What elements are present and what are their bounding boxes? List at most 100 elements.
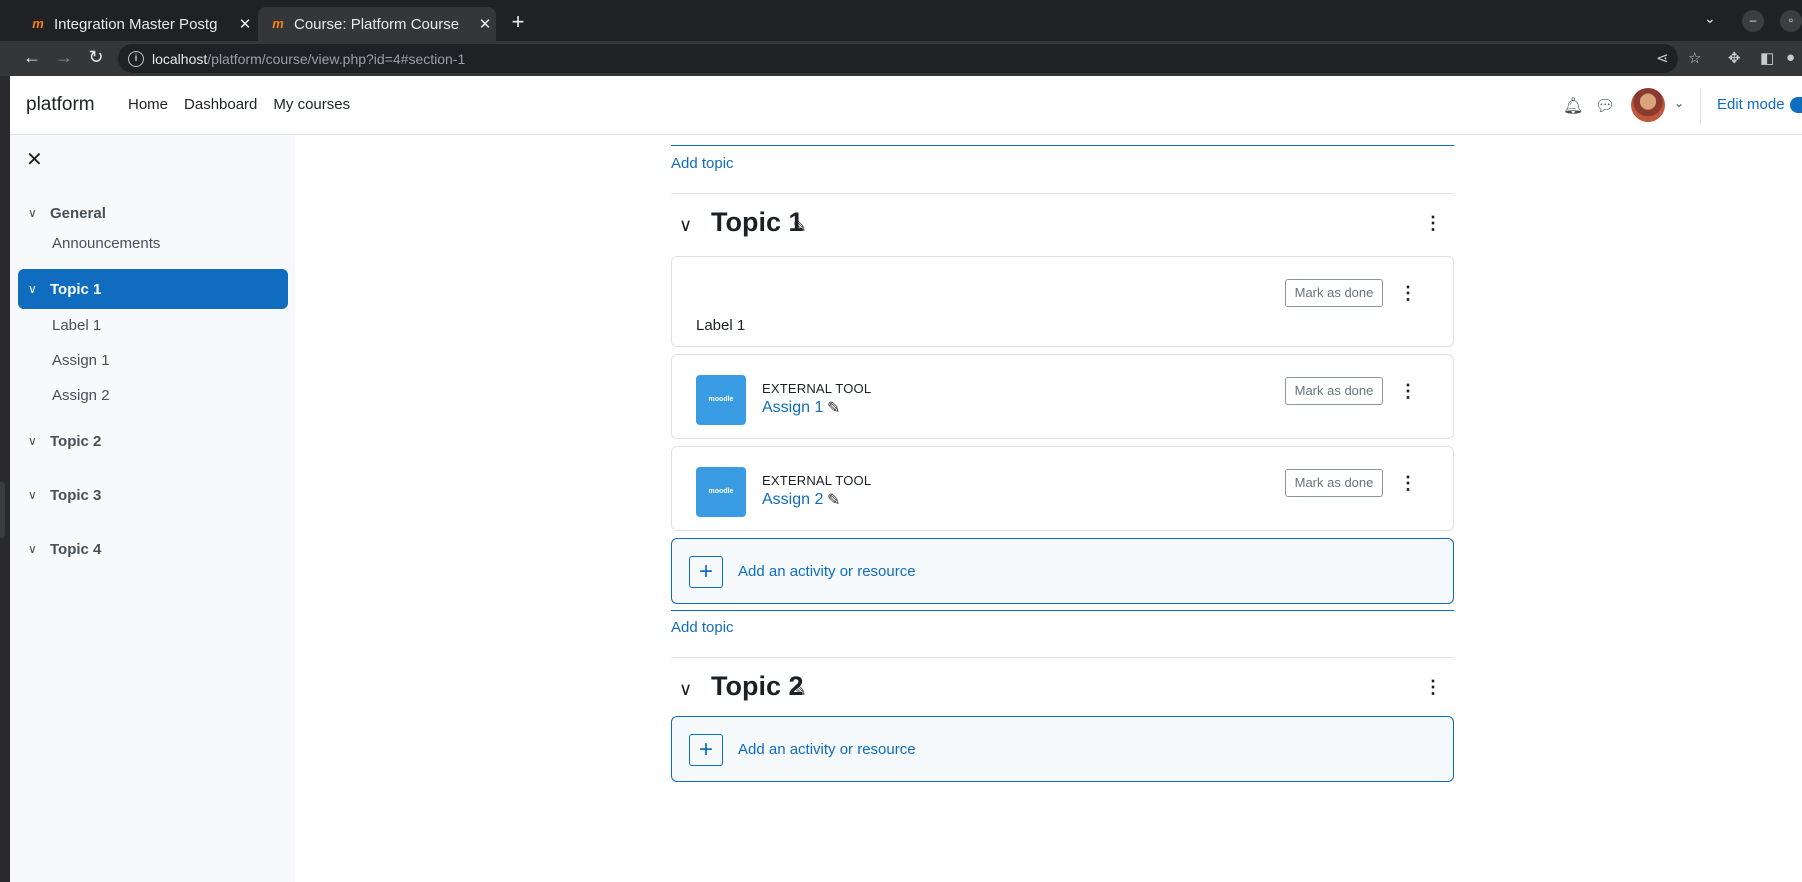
edit-pencil-icon[interactable]: ✎ bbox=[827, 490, 840, 510]
section-header-topic-1: ∨ Topic 1 ✎ ⋮ bbox=[671, 205, 1454, 245]
section-menu-icon[interactable]: ⋮ bbox=[1424, 677, 1442, 698]
maximize-icon[interactable]: ▫ bbox=[1780, 10, 1802, 32]
section-label: Topic 4 bbox=[50, 540, 102, 558]
primary-navigation: Home Dashboard My courses bbox=[128, 96, 366, 113]
new-tab-icon[interactable]: + bbox=[506, 9, 530, 35]
close-icon[interactable]: ✕ bbox=[474, 15, 496, 33]
add-topic-divider bbox=[671, 145, 1454, 146]
chevron-down-icon[interactable]: ∨ bbox=[28, 488, 50, 502]
activity-menu-icon[interactable]: ⋮ bbox=[1399, 283, 1417, 304]
course-index-section-topic-3[interactable]: ∨ Topic 3 bbox=[18, 475, 288, 515]
site-brand[interactable]: platform bbox=[26, 94, 95, 116]
section-label: Topic 3 bbox=[50, 486, 102, 504]
chevron-down-icon[interactable]: ∨ bbox=[679, 679, 692, 700]
course-index-activity[interactable]: Assign 2 bbox=[52, 387, 110, 404]
course-index-section-topic-4[interactable]: ∨ Topic 4 bbox=[18, 529, 288, 569]
section-header-topic-2: ∨ Topic 2 ✎ ⋮ bbox=[671, 669, 1454, 709]
nav-my-courses-link[interactable]: My courses bbox=[273, 96, 350, 113]
activity-menu-icon[interactable]: ⋮ bbox=[1399, 473, 1417, 494]
course-index-section-topic-2[interactable]: ∨ Topic 2 bbox=[18, 421, 288, 461]
tab-title: Integration Master Postg bbox=[54, 15, 218, 33]
add-activity-label: Add an activity or resource bbox=[738, 563, 916, 580]
browser-toolbar: ← → ↻ i localhost/platform/course/view.p… bbox=[0, 41, 1802, 76]
external-tool-icon: moodle bbox=[696, 375, 746, 425]
course-index-drawer: ✕ ∨ General Announcements ∨ Topic 1 Labe… bbox=[10, 135, 295, 882]
side-panel-icon[interactable]: ◧ bbox=[1760, 49, 1774, 67]
forward-arrow-icon[interactable]: → bbox=[52, 47, 76, 68]
activity-assign-1: moodle EXTERNAL TOOL Assign 1 ✎ Mark as … bbox=[671, 354, 1454, 439]
profile-icon[interactable]: ● bbox=[1786, 49, 1795, 66]
plus-icon: + bbox=[689, 556, 723, 588]
url-host: localhost bbox=[152, 50, 208, 67]
browser-chrome: m Integration Master Postg ✕ m Course: P… bbox=[0, 0, 1802, 76]
reload-icon[interactable]: ↻ bbox=[84, 47, 108, 68]
nav-dashboard-link[interactable]: Dashboard bbox=[184, 96, 257, 113]
tab-title: Course: Platform Course bbox=[294, 15, 460, 33]
section-menu-icon[interactable]: ⋮ bbox=[1424, 213, 1442, 234]
mark-as-done-button[interactable]: Mark as done bbox=[1285, 469, 1383, 497]
os-edge-handle bbox=[0, 482, 5, 538]
edit-mode-label[interactable]: Edit mode bbox=[1717, 96, 1785, 113]
navbar-divider bbox=[1700, 88, 1701, 124]
chevron-down-icon[interactable]: ∨ bbox=[28, 282, 50, 296]
tab-strip: m Integration Master Postg ✕ m Course: P… bbox=[0, 0, 1802, 41]
add-activity-label: Add an activity or resource bbox=[738, 741, 916, 758]
course-index-activity[interactable]: Assign 1 bbox=[52, 352, 110, 369]
os-edge bbox=[0, 76, 10, 882]
course-content: Add topic ∨ Topic 1 ✎ ⋮ Mark as done ⋮ L… bbox=[295, 135, 1802, 882]
activity-type-label: EXTERNAL TOOL bbox=[762, 473, 872, 488]
chevron-down-icon[interactable]: ∨ bbox=[28, 206, 50, 220]
add-topic-link[interactable]: Add topic bbox=[671, 155, 734, 172]
course-index-activity[interactable]: Announcements bbox=[52, 235, 160, 252]
edit-pencil-icon[interactable]: ✎ bbox=[793, 217, 806, 237]
external-tool-icon: moodle bbox=[696, 467, 746, 517]
tab-search-chevron-icon[interactable]: ⌄ bbox=[1704, 10, 1716, 27]
back-arrow-icon[interactable]: ← bbox=[20, 47, 44, 68]
chevron-down-icon[interactable]: ∨ bbox=[28, 542, 50, 556]
edit-pencil-icon[interactable]: ✎ bbox=[793, 681, 806, 701]
site-info-icon[interactable]: i bbox=[128, 50, 144, 67]
moodle-page: platform Home Dashboard My courses 🔔︎ 💬︎… bbox=[10, 76, 1802, 882]
extensions-puzzle-icon[interactable]: ✥ bbox=[1728, 49, 1741, 67]
activity-label-1: Mark as done ⋮ Label 1 bbox=[671, 256, 1454, 347]
add-activity-button[interactable]: + Add an activity or resource bbox=[671, 716, 1454, 782]
browser-tab-2[interactable]: m Course: Platform Course ✕ bbox=[258, 7, 496, 41]
chevron-down-icon[interactable]: ∨ bbox=[679, 215, 692, 236]
add-topic-link[interactable]: Add topic bbox=[671, 619, 734, 636]
mark-as-done-button[interactable]: Mark as done bbox=[1285, 377, 1383, 405]
activity-type-label: EXTERNAL TOOL bbox=[762, 381, 872, 396]
section-title: Topic 1 bbox=[711, 207, 804, 237]
minimize-icon[interactable]: – bbox=[1742, 10, 1764, 32]
edit-mode-toggle[interactable] bbox=[1790, 97, 1802, 113]
add-activity-button[interactable]: + Add an activity or resource bbox=[671, 538, 1454, 604]
user-avatar[interactable] bbox=[1631, 88, 1665, 122]
close-icon[interactable]: ✕ bbox=[234, 15, 256, 33]
course-index-section-topic-1[interactable]: ∨ Topic 1 bbox=[18, 269, 288, 309]
mark-as-done-button[interactable]: Mark as done bbox=[1285, 279, 1383, 307]
browser-tab-1[interactable]: m Integration Master Postg ✕ bbox=[18, 7, 256, 41]
chevron-down-icon[interactable]: ⌄ bbox=[1674, 96, 1684, 110]
url-path: /platform/course/view.php?id=4#section-1 bbox=[207, 50, 466, 67]
notifications-bell-icon[interactable]: 🔔︎ bbox=[1563, 96, 1583, 116]
course-index-section-general[interactable]: ∨ General bbox=[18, 193, 288, 233]
messages-icon[interactable]: 💬︎ bbox=[1595, 96, 1615, 116]
activity-menu-icon[interactable]: ⋮ bbox=[1399, 381, 1417, 402]
address-bar[interactable]: i localhost/platform/course/view.php?id=… bbox=[118, 44, 1678, 73]
activity-assign-2: moodle EXTERNAL TOOL Assign 2 ✎ Mark as … bbox=[671, 446, 1454, 531]
section-label: Topic 2 bbox=[50, 432, 102, 450]
section-divider bbox=[671, 193, 1454, 194]
bookmark-star-icon[interactable]: ☆ bbox=[1688, 49, 1701, 67]
section-label: General bbox=[50, 204, 106, 222]
edit-pencil-icon[interactable]: ✎ bbox=[827, 398, 840, 418]
label-content: Label 1 bbox=[696, 317, 746, 334]
share-icon[interactable]: ⋖ bbox=[1656, 49, 1669, 67]
activity-name-link[interactable]: Assign 1 bbox=[762, 399, 823, 417]
close-drawer-icon[interactable]: ✕ bbox=[26, 147, 43, 172]
top-navbar: platform Home Dashboard My courses 🔔︎ 💬︎… bbox=[10, 76, 1802, 135]
course-index-activity[interactable]: Label 1 bbox=[52, 317, 101, 334]
nav-home-link[interactable]: Home bbox=[128, 96, 168, 113]
chevron-down-icon[interactable]: ∨ bbox=[28, 434, 50, 448]
add-topic-divider bbox=[671, 610, 1454, 611]
section-label: Topic 1 bbox=[50, 280, 102, 298]
activity-name-link[interactable]: Assign 2 bbox=[762, 491, 823, 509]
